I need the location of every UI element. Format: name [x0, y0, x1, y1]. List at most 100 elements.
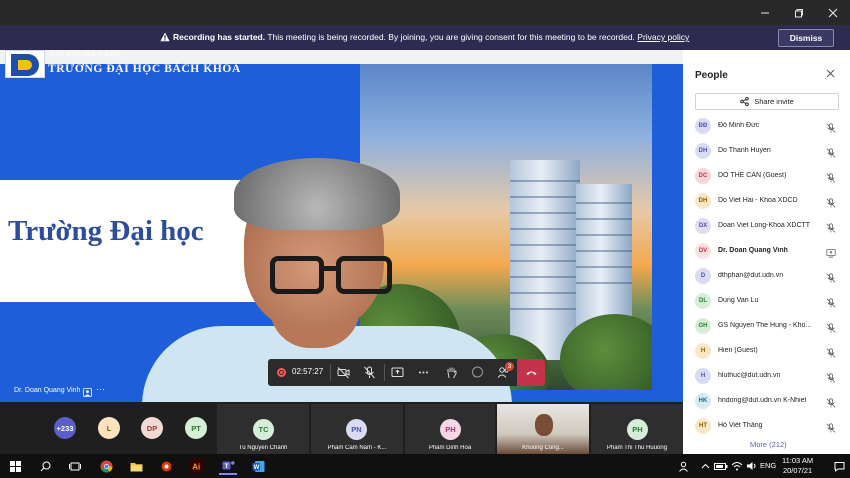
participant-row[interactable]: DH Do Viet Hai - Khoa XDCD — [683, 188, 850, 213]
tile-name: Pham Dinh Hoa — [428, 445, 472, 451]
recording-text: This meeting is being recorded. By joini… — [267, 32, 635, 42]
participant-avatar: DX — [695, 218, 711, 234]
notifications-icon[interactable] — [830, 457, 848, 475]
participant-avatar: DC — [695, 168, 711, 184]
participant-gallery: +233 L DP PT TC Tú Nguyễn Chánh PN Pham … — [0, 402, 683, 454]
tile-avatar: PH — [627, 419, 648, 440]
participant-tile[interactable]: PH Pham Dinh Hoa — [405, 404, 495, 454]
tile-name: Pham Thi Thu Huuong — [606, 445, 668, 451]
hang-up-button[interactable] — [517, 359, 545, 386]
chrome-icon[interactable] — [97, 457, 115, 475]
participant-name: Do Viet Hai - Khoa XDCD — [718, 197, 798, 204]
mic-off-icon — [826, 295, 836, 308]
participant-camera-tile[interactable]: Khuong Cong... — [497, 404, 589, 454]
share-screen-icon[interactable] — [384, 359, 410, 386]
privacy-policy-link[interactable]: Privacy policy — [637, 32, 689, 42]
windows-taskbar: Ai T W ENG 11:03 AM 20/07/21 — [0, 454, 850, 478]
participant-row[interactable]: DX Doan Viet Long-Khoa XDCTT — [683, 213, 850, 238]
participant-name: Dung Van Lu — [718, 297, 759, 304]
mic-off-icon — [826, 270, 836, 283]
clock-date: 20/07/21 — [782, 466, 813, 475]
mic-off-icon — [826, 320, 836, 333]
participant-tile[interactable]: TC Tú Nguyễn Chánh — [217, 404, 309, 454]
slide-university-name: TRƯỜNG ĐẠI HỌC BÁCH KHOA — [48, 63, 241, 75]
participant-avatar: DH — [695, 193, 711, 209]
more-actions-icon[interactable] — [410, 359, 436, 386]
participant-row[interactable]: Hhluthuc@dut.udn.vn — [683, 363, 850, 388]
person-icon — [83, 388, 92, 397]
tile-avatar: PH — [440, 419, 461, 440]
recording-indicator-icon — [277, 368, 286, 377]
participant-name: GS Nguyen The Hung - Kho... — [718, 322, 812, 329]
gallery-avatar[interactable]: PT — [185, 417, 207, 439]
participant-avatar: H — [695, 368, 711, 384]
window-title-bar — [0, 0, 850, 25]
illustrator-icon[interactable]: Ai — [188, 457, 206, 475]
participant-tile[interactable]: PH Pham Thi Thu Huuong — [591, 404, 683, 454]
more-options-icon[interactable]: ··· — [96, 384, 105, 394]
app-icon[interactable] — [157, 457, 175, 475]
participant-avatar: HT — [695, 418, 711, 434]
mic-off-icon — [826, 420, 836, 433]
tile-name: Tú Nguyễn Chánh — [238, 445, 288, 451]
close-panel-icon[interactable] — [826, 69, 835, 81]
restore-icon[interactable] — [782, 0, 816, 25]
participant-row[interactable]: HT Hồ Viết Thắng — [683, 413, 850, 438]
windows-start-icon[interactable] — [6, 457, 24, 475]
participant-name: hluthuc@dut.udn.vn — [718, 372, 781, 379]
participant-row[interactable]: H Hien (Guest) — [683, 338, 850, 363]
word-icon[interactable]: W — [249, 457, 267, 475]
participant-avatar: HK — [695, 393, 711, 409]
recording-title: Recording has started. — [173, 32, 266, 42]
mic-off-icon — [826, 120, 836, 133]
speaker-name-label: Dr. Doan Quang Vinh — [14, 387, 81, 394]
more-participants-link[interactable]: More (212) — [750, 440, 787, 449]
mic-off-icon — [826, 370, 836, 383]
participant-row[interactable]: DC DO THE CAN (Guest) — [683, 163, 850, 188]
participant-row[interactable]: DV Dr. Doan Quang Vinh — [683, 238, 850, 263]
shared-video-stage: ĐẠI HỌC ĐÀ NẴNG TRƯỜNG ĐẠI HỌC BÁCH KHOA… — [0, 50, 683, 402]
participant-avatar: ĐĐ — [695, 118, 711, 134]
gallery-avatar[interactable]: L — [98, 417, 120, 439]
meeting-timer: 02:57:27 — [292, 367, 324, 376]
tile-avatar: TC — [253, 419, 274, 440]
participant-name: dthphan@dut.udn.vn — [718, 272, 784, 279]
teams-icon[interactable]: T — [219, 457, 237, 475]
participant-avatar: DV — [695, 243, 711, 259]
mic-off-icon — [826, 170, 836, 183]
minimize-icon[interactable] — [748, 0, 782, 25]
task-view-icon[interactable] — [66, 457, 84, 475]
volume-icon[interactable] — [743, 457, 761, 475]
participant-row[interactable]: Ddthphan@dut.udn.vn — [683, 263, 850, 288]
raise-hand-icon[interactable] — [438, 359, 464, 386]
dismiss-button[interactable]: Dismiss — [778, 29, 834, 47]
recording-message: Recording has started. This meeting is b… — [173, 32, 689, 42]
hang-up-icon — [526, 371, 536, 375]
participant-row[interactable]: DH Do Thanh Huyen — [683, 138, 850, 163]
chat-icon[interactable] — [464, 359, 490, 386]
participant-tile[interactable]: PN Pham Cam Nam - K... — [311, 404, 403, 454]
search-icon[interactable] — [36, 457, 54, 475]
participant-camera-video — [535, 414, 553, 436]
mic-off-icon[interactable] — [356, 359, 382, 386]
participant-avatar: DH — [695, 143, 711, 159]
camera-off-icon[interactable] — [330, 359, 356, 386]
close-window-icon[interactable] — [816, 0, 850, 25]
participant-row[interactable]: HK hndong@dut.udn.vn K-Nhiet — [683, 388, 850, 413]
share-icon — [740, 97, 749, 106]
file-explorer-icon[interactable] — [127, 457, 145, 475]
overflow-participants-button[interactable]: +233 — [54, 417, 76, 439]
participant-row[interactable]: GH GS Nguyen The Hung - Kho... — [683, 313, 850, 338]
keyboard-language[interactable]: ENG — [760, 461, 776, 470]
gallery-avatar[interactable]: DP — [141, 417, 163, 439]
participant-list: ĐĐ Đỗ Minh Đức DH Do Thanh Huyen DC DO THE CA… — [683, 113, 850, 438]
warning-icon — [160, 32, 170, 42]
system-clock[interactable]: 11:03 AM 20/07/21 — [782, 456, 813, 476]
participant-row[interactable]: ĐĐ Đỗ Minh Đức — [683, 113, 850, 138]
share-invite-button[interactable]: Share invite — [695, 93, 839, 110]
tile-avatar: PN — [346, 419, 367, 440]
participant-row[interactable]: DL Dung Van Lu — [683, 288, 850, 313]
clock-time: 11:03 AM — [782, 456, 814, 465]
slide-title: Trường Đại học — [8, 215, 204, 247]
person-tray-icon[interactable] — [674, 457, 692, 475]
